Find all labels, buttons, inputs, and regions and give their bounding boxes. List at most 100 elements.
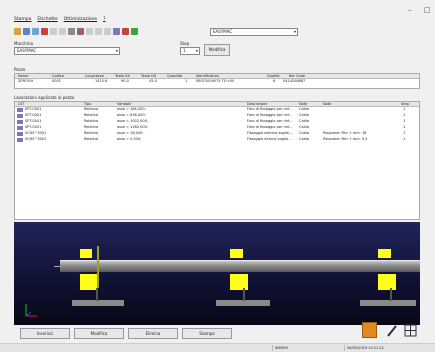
open-icon[interactable]	[14, 28, 21, 35]
cell-descrizione: Foro di fissaggio per rinf...	[247, 113, 293, 117]
cell-note-2: Posizione: Min + mm. 0,5	[323, 137, 368, 141]
delete-button[interactable]: Elimina	[128, 328, 178, 339]
save-icon[interactable]	[23, 28, 30, 35]
run-icon[interactable]	[131, 28, 138, 35]
cell: 0414208887	[283, 79, 306, 83]
menu-stampa[interactable]: Stampa	[14, 17, 31, 22]
cell: 1415.6	[95, 79, 108, 83]
cell-tipo: Relativa	[84, 137, 99, 141]
cell-descrizione: Fissaggio interno soglia ...	[247, 137, 293, 141]
cell-descrizione: Foro di fissaggio per rinf...	[247, 125, 293, 129]
modify-button[interactable]: Modifica	[74, 328, 124, 339]
cell: ZEROOH	[18, 79, 34, 83]
cell-tipo: Relativa	[84, 131, 99, 135]
step-label: Step	[180, 41, 190, 46]
machine-3d-view[interactable]	[14, 222, 420, 325]
pencil-icon[interactable]	[386, 324, 398, 338]
clamp-stem	[390, 288, 392, 301]
cell-note: Calda	[299, 107, 309, 111]
clamp-top-block	[378, 249, 391, 258]
cell-lst: SPT-0001	[25, 125, 42, 129]
menu-help[interactable]: ?	[103, 17, 105, 22]
cell-lst: SPT-0001	[25, 119, 42, 123]
cell: 90.0	[121, 79, 129, 83]
export-icon[interactable]	[362, 322, 377, 338]
cell: 6	[273, 79, 276, 83]
cell-variabili: asse = 18,000;	[117, 131, 144, 135]
copy-icon[interactable]	[50, 28, 57, 35]
cell: 45.0	[149, 79, 157, 83]
insert-button[interactable]: Inserisci	[20, 328, 70, 339]
clamp-bottom-block	[378, 274, 396, 290]
print-icon[interactable]	[68, 28, 75, 35]
cell-lst: SCHS^5001	[25, 137, 47, 141]
tool-icon[interactable]	[113, 28, 120, 35]
cell-lst: SPT-0001	[25, 107, 42, 111]
layout-icon[interactable]	[95, 28, 102, 35]
cell-tipo: Relativa	[84, 125, 99, 129]
operations-label: Lavorazioni applicate al pezzo	[14, 95, 75, 100]
cell-note: Calda	[299, 137, 309, 141]
cell-step: 1	[403, 107, 406, 111]
operation-icon	[17, 114, 23, 118]
cell-step: 1	[403, 125, 406, 129]
toolbar-machine-combo[interactable]: EASYMAC ▾	[210, 28, 298, 36]
paste-icon[interactable]	[59, 28, 66, 35]
clamp-top-block	[230, 249, 243, 258]
view-icon[interactable]	[104, 28, 111, 35]
menu-bar: Stampa Etichette Ottimizzazione ?	[14, 17, 105, 22]
clamp-base	[360, 300, 416, 306]
modify-step-button[interactable]: Modifica	[204, 44, 230, 56]
cell-lst: SCHS^5001	[25, 131, 47, 135]
cell-lst: SPT-0001	[25, 113, 42, 117]
undo-icon[interactable]	[32, 28, 39, 35]
cell-note-2: Posizione: Min + mm. 18	[323, 131, 367, 135]
bottom-action-bar: Inserisci Modifica Elimina Stampa	[14, 322, 420, 340]
clamp-bottom-block	[230, 274, 248, 290]
cell: 1	[185, 79, 188, 83]
minimize-button[interactable]: –	[408, 6, 412, 14]
cell-variabili: asse = 1002,000;	[117, 119, 148, 123]
table-row[interactable]: SCHS^5001 Relativa asse = 0,500; Fissaggio …	[15, 137, 419, 143]
cell-descrizione: Fissaggio esterno soglia ...	[247, 131, 294, 135]
cell-step: 1	[403, 119, 406, 123]
machine-select[interactable]: EASYMAC ▾	[14, 47, 120, 55]
profile-beam	[60, 260, 420, 272]
step-select-value: 1	[183, 48, 186, 53]
operations-table: LST Tipo Variabili Descrizione Note Note…	[14, 101, 420, 220]
status-datetime: 08/05/2019 15:11:21	[344, 345, 434, 351]
cell: 0001	[52, 79, 61, 83]
cell-descrizione: Foro di fissaggio per rinf...	[247, 107, 293, 111]
clamp-stem	[243, 288, 245, 301]
chevron-down-icon: ▾	[293, 29, 296, 34]
status-mode: INSERH	[272, 345, 342, 351]
print-button[interactable]: Stampa	[182, 328, 232, 339]
menu-etichette[interactable]: Etichette	[37, 17, 57, 22]
clamp-post	[97, 246, 99, 288]
cell-tipo: Relativa	[84, 119, 99, 123]
maximize-button[interactable]: □	[424, 6, 431, 14]
pieces-label: Pezzo	[14, 67, 26, 72]
piece-icon[interactable]	[77, 28, 84, 35]
operation-icon	[17, 126, 23, 130]
pieces-table: Nome Codice Lunghezza Testa SX Testa DX …	[14, 73, 420, 89]
cell-variabili: asse = 636,000;	[117, 113, 146, 117]
menu-ottimizzazione[interactable]: Ottimizzazione	[64, 17, 97, 22]
operation-icon	[17, 108, 23, 112]
cell-tipo: Relativa	[84, 113, 99, 117]
cell-step: 1	[403, 113, 406, 117]
grid-icon[interactable]	[86, 28, 93, 35]
toolbar-combo-value: EASYMAC	[213, 29, 233, 34]
status-bar: INSERH 08/05/2019 15:11:21	[0, 343, 435, 352]
cell-note: Calda	[299, 113, 309, 117]
machine-label: Macchina	[14, 41, 33, 46]
cell-note: Calda	[299, 131, 309, 135]
table-row[interactable]: ZEROOH 0001 1415.6 90.0 45.0 1 080720090…	[15, 79, 419, 84]
clamp-top-block	[80, 249, 92, 258]
delete-icon[interactable]	[41, 28, 48, 35]
grid-view-icon[interactable]	[404, 324, 417, 338]
machine-select-value: EASYMAC	[17, 48, 37, 53]
step-select[interactable]: 1 ▾	[180, 47, 200, 55]
stop-icon[interactable]	[122, 28, 129, 35]
chevron-down-icon: ▾	[195, 48, 198, 53]
